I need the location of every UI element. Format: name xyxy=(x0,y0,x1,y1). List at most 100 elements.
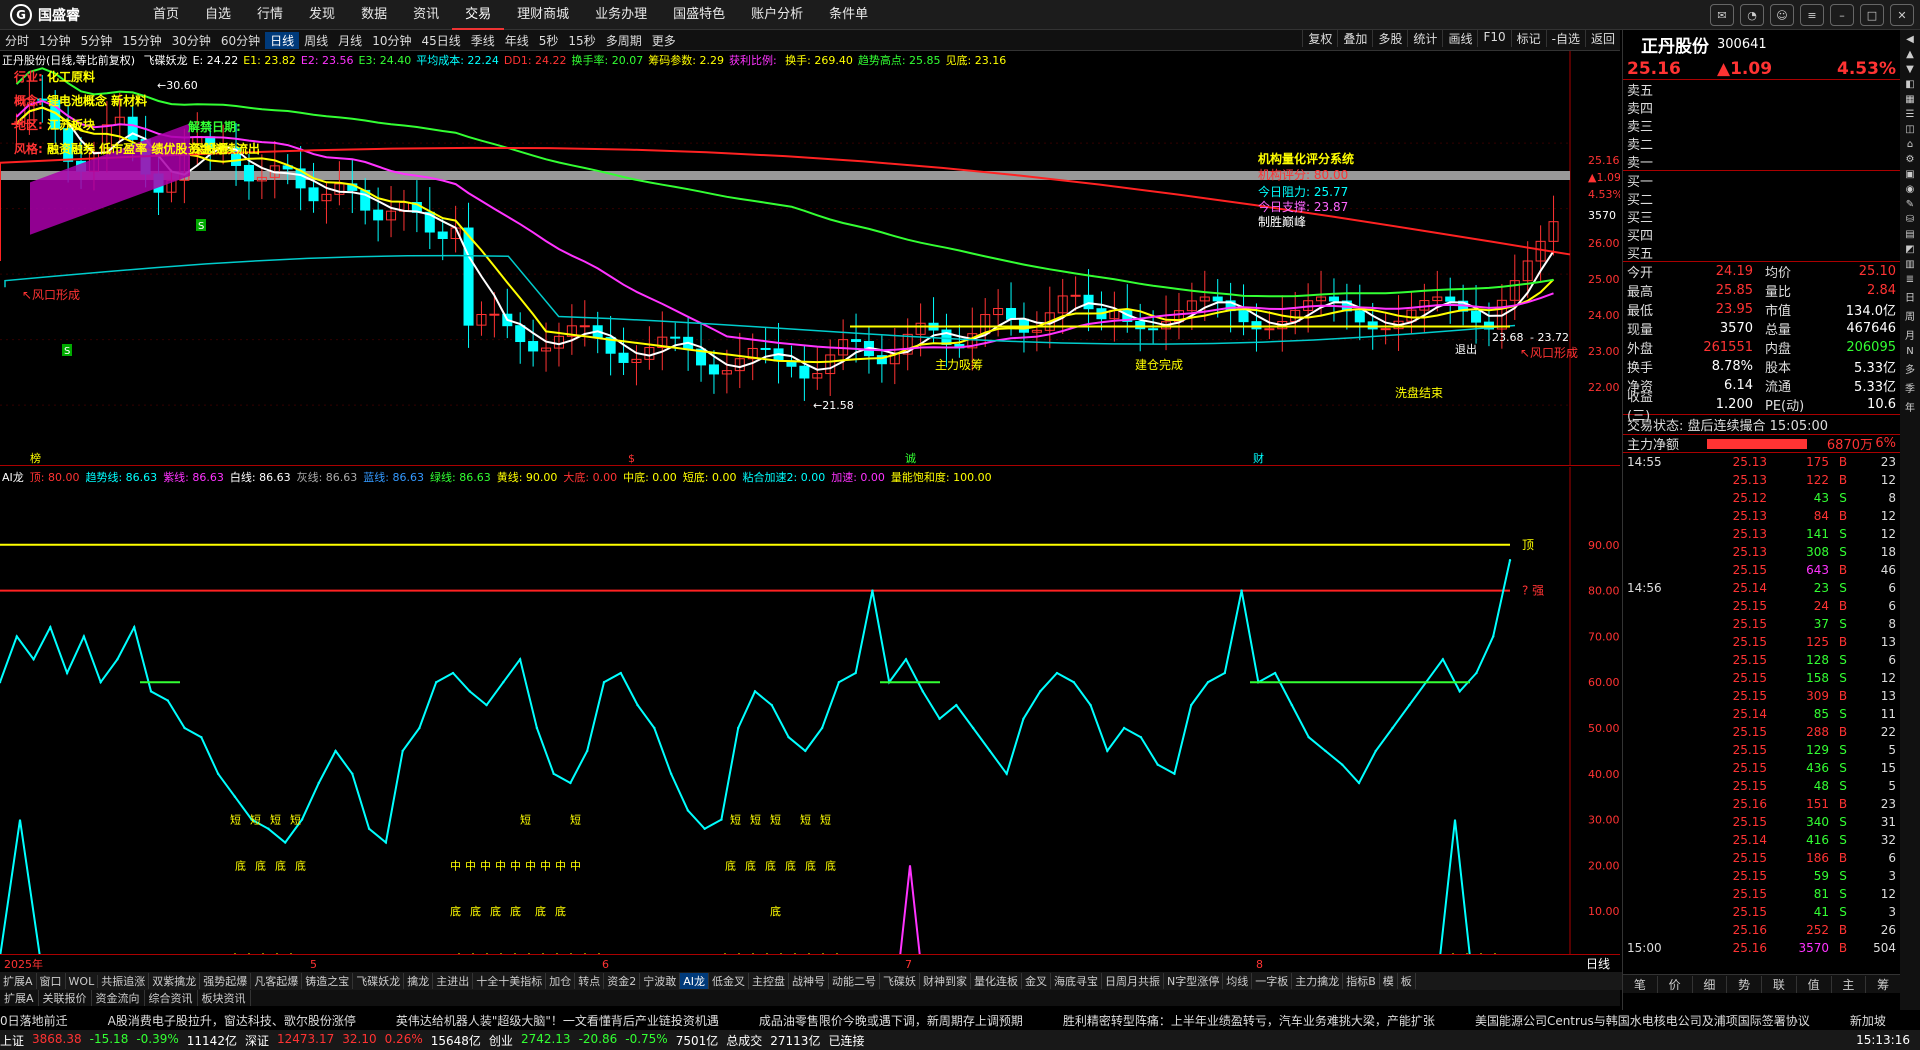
nav-1[interactable]: 自选 xyxy=(192,0,244,30)
side-tool-icon[interactable]: ▣ xyxy=(1905,169,1914,180)
period-6[interactable]: 日线 xyxy=(265,31,300,49)
period-1[interactable]: 1分钟 xyxy=(34,32,76,49)
info-tab-4[interactable]: 板块资讯 xyxy=(198,990,251,1006)
side-tool-icon[interactable]: ◉ xyxy=(1906,184,1915,195)
tool-4[interactable]: 画线 xyxy=(1442,30,1477,47)
nav-9[interactable]: 国盛特色 xyxy=(660,0,738,30)
side-tool-icon[interactable]: ▼ xyxy=(1906,64,1914,75)
indicator-tab-31[interactable]: 指标B xyxy=(1343,973,1380,989)
side-tool-icon[interactable]: ◀ xyxy=(1906,34,1914,45)
indicator-tab-24[interactable]: 金叉 xyxy=(1022,973,1051,989)
indicator-tab-19[interactable]: 战神号 xyxy=(789,973,829,989)
side-period-1[interactable]: 周 xyxy=(1905,308,1915,323)
notify-icon[interactable]: ◔ xyxy=(1740,4,1764,26)
panel-tab-1[interactable]: 价 xyxy=(1658,975,1693,993)
side-tool-icon[interactable]: ≣ xyxy=(1906,274,1914,285)
period-13[interactable]: 5秒 xyxy=(534,32,564,49)
news-item[interactable]: 英伟达给机器人装"超级大脑"！一文看懂背后产业链投资机遇 xyxy=(396,1012,719,1029)
menu-icon[interactable]: ≡ xyxy=(1800,4,1824,26)
side-tool-icon[interactable]: ☰ xyxy=(1906,109,1915,120)
indicator-tab-6[interactable]: 凡客起爆 xyxy=(251,973,303,989)
period-2[interactable]: 5分钟 xyxy=(76,32,118,49)
panel-tab-5[interactable]: 值 xyxy=(1797,975,1832,993)
side-tool-icon[interactable]: ⌂ xyxy=(1907,139,1913,150)
tool-1[interactable]: 叠加 xyxy=(1337,30,1372,47)
app-logo[interactable]: G 国盛睿 xyxy=(10,3,80,27)
message-icon[interactable]: ✉ xyxy=(1710,4,1734,26)
indicator-tab-23[interactable]: 量化连板 xyxy=(971,973,1022,989)
indicator-tab-22[interactable]: 财神到家 xyxy=(920,973,971,989)
nav-6[interactable]: 交易 xyxy=(452,0,505,30)
side-tool-icon[interactable]: ▲ xyxy=(1906,49,1914,60)
tool-3[interactable]: 统计 xyxy=(1407,30,1442,47)
info-tab-2[interactable]: 资金流向 xyxy=(92,990,145,1006)
side-tool-icon[interactable]: ▥ xyxy=(1905,259,1914,270)
tool-8[interactable]: 返回 xyxy=(1584,30,1620,47)
indicator-tab-13[interactable]: 转点 xyxy=(575,973,605,989)
period-14[interactable]: 15秒 xyxy=(563,32,600,49)
news-item[interactable]: 胜利精密转型阵痛：上半年业绩盈转亏，汽车业务难挑大梁，产能扩张 xyxy=(1063,1012,1435,1029)
indicator-tab-33[interactable]: 板 xyxy=(1398,973,1416,989)
period-5[interactable]: 60分钟 xyxy=(216,32,265,49)
panel-tab-0[interactable]: 笔 xyxy=(1623,975,1658,993)
ai-indicator-chart[interactable]: AI龙 顶: 80.00 趋势线: 86.63 紫线: 86.63 白线: 86.63 灰… xyxy=(0,467,1620,958)
news-item[interactable]: 成品油零售限价今晚或遇下调，新周期存上调预期 xyxy=(759,1012,1023,1029)
indicator-tab-30[interactable]: 主力擒龙 xyxy=(1292,973,1344,989)
side-tool-icon[interactable]: ▦ xyxy=(1905,94,1914,105)
nav-5[interactable]: 资讯 xyxy=(400,0,452,30)
minimize-icon[interactable]: – xyxy=(1830,4,1854,26)
indicator-tab-3[interactable]: 共振追涨 xyxy=(98,973,150,989)
tool-2[interactable]: 多股 xyxy=(1372,30,1407,47)
nav-7[interactable]: 理财商城 xyxy=(504,0,582,30)
side-tool-icon[interactable]: ◧ xyxy=(1905,79,1914,90)
indicator-tab-9[interactable]: 擒龙 xyxy=(404,973,434,989)
side-period-6[interactable]: 年 xyxy=(1905,399,1915,414)
indicator-tab-32[interactable]: 模 xyxy=(1380,973,1398,989)
side-tool-icon[interactable]: ◩ xyxy=(1905,244,1914,255)
info-tab-1[interactable]: 关联报价 xyxy=(39,990,92,1006)
nav-0[interactable]: 首页 xyxy=(140,0,192,30)
side-period-4[interactable]: 多 xyxy=(1905,361,1915,376)
indicator-tab-4[interactable]: 双紫擒龙 xyxy=(149,973,201,989)
event-marker[interactable]: $ xyxy=(628,452,635,465)
indicator-tab-27[interactable]: N字型涨停 xyxy=(1164,973,1224,989)
side-period-5[interactable]: 季 xyxy=(1905,380,1915,395)
period-7[interactable]: 周线 xyxy=(299,32,333,49)
side-period-3[interactable]: N xyxy=(1906,346,1913,357)
nav-10[interactable]: 账户分析 xyxy=(738,0,816,30)
indicator-tab-26[interactable]: 日周月共振 xyxy=(1102,973,1164,989)
side-period-2[interactable]: 月 xyxy=(1905,327,1915,342)
kline-chart[interactable]: 正丹股份(日线,等比前复权) 飞碟妖龙 E: 24.22 E1: 23.82 E2: … xyxy=(0,51,1623,466)
nav-11[interactable]: 条件单 xyxy=(816,0,881,30)
event-marker[interactable]: 榜 xyxy=(30,451,41,465)
period-0[interactable]: 分时 xyxy=(0,32,34,49)
info-tab-3[interactable]: 综合资讯 xyxy=(145,990,198,1006)
panel-tab-7[interactable]: 筹 xyxy=(1866,975,1901,993)
indicator-tab-8[interactable]: 飞碟妖龙 xyxy=(353,973,405,989)
side-tool-icon[interactable]: ◫ xyxy=(1905,124,1914,135)
tool-6[interactable]: 标记 xyxy=(1510,30,1546,47)
indicator-tab-20[interactable]: 动能二号 xyxy=(829,973,880,989)
event-marker[interactable]: 财 xyxy=(1253,451,1264,465)
indicator-tab-14[interactable]: 资金2 xyxy=(604,973,641,989)
period-8[interactable]: 月线 xyxy=(333,32,367,49)
indicator-tab-25[interactable]: 海底寻宝 xyxy=(1051,973,1102,989)
panel-tab-3[interactable]: 势 xyxy=(1727,975,1762,993)
side-tool-icon[interactable]: ✎ xyxy=(1906,199,1914,210)
indicator-tab-10[interactable]: 主进出 xyxy=(433,973,474,989)
period-16[interactable]: 更多 xyxy=(647,32,681,49)
news-item[interactable]: 美国能源公司Centrus与韩国水电核电公司及浦项国际签署协议 xyxy=(1475,1012,1810,1029)
panel-tab-2[interactable]: 细 xyxy=(1693,975,1728,993)
nav-8[interactable]: 业务办理 xyxy=(582,0,660,30)
side-tool-icon[interactable]: ⚙ xyxy=(1906,154,1915,165)
info-tab-0[interactable]: 扩展A xyxy=(0,990,39,1006)
indicator-tab-18[interactable]: 主控盘 xyxy=(749,973,789,989)
side-tool-icon[interactable]: ▤ xyxy=(1905,229,1914,240)
indicator-tab-5[interactable]: 强势起爆 xyxy=(200,973,252,989)
period-4[interactable]: 30分钟 xyxy=(167,32,216,49)
nav-2[interactable]: 行情 xyxy=(244,0,296,30)
period-3[interactable]: 15分钟 xyxy=(117,32,166,49)
period-10[interactable]: 45日线 xyxy=(416,32,465,49)
indicator-tab-21[interactable]: 飞碟妖 xyxy=(880,973,920,989)
indicator-tab-7[interactable]: 铸造之宝 xyxy=(302,973,354,989)
